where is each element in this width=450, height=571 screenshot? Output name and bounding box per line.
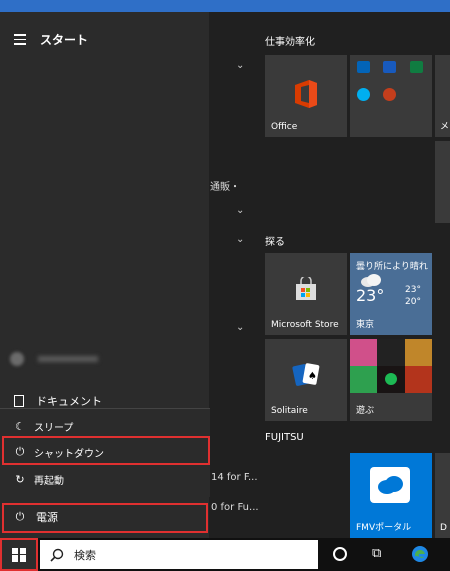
outlook-icon — [357, 61, 370, 73]
office-icon — [295, 80, 317, 108]
mail-tile-label: メ — [440, 122, 450, 132]
office-tile-label: Office — [271, 122, 298, 132]
edge-icon[interactable] — [411, 545, 429, 563]
powerpoint-icon — [383, 88, 396, 101]
search-placeholder: 検索 — [74, 548, 96, 562]
documents-label: ドキュメント — [36, 395, 102, 408]
solitaire-tile[interactable]: ♠ Solitaire — [265, 339, 347, 421]
app-list-pane — [209, 12, 259, 538]
chevron-down-icon[interactable]: ⌄ — [236, 234, 244, 245]
task-view-icon[interactable]: ⧉ — [372, 546, 381, 561]
moon-icon: ☾ — [15, 419, 25, 433]
app-list-fragment-1[interactable]: 通販・ — [210, 178, 240, 193]
chevron-down-icon[interactable]: ⌄ — [236, 205, 244, 216]
restart-option[interactable]: ↻ 再起動 — [0, 468, 210, 490]
cloud-icon — [361, 274, 381, 287]
weather-low: 20° — [405, 297, 421, 307]
hamburger-menu-icon[interactable] — [14, 34, 26, 45]
weather-tile[interactable]: 曇り所により晴れ 23° 23° 20° 東京 — [350, 253, 432, 335]
search-box[interactable]: 検索 — [40, 540, 318, 569]
dolby-icon — [377, 339, 405, 366]
start-highlight-box — [0, 538, 38, 571]
store-bag-icon — [296, 277, 316, 300]
sleep-label: スリープ — [34, 422, 74, 434]
restart-label: 再起動 — [34, 475, 64, 487]
game-icon — [405, 366, 432, 393]
start-menu-title: スタート — [40, 33, 89, 47]
solitaire-tile-label: Solitaire — [271, 406, 308, 416]
app-list-fragment-2[interactable]: 14 for F... — [211, 472, 258, 483]
store-tile-label: Microsoft Store — [271, 320, 339, 330]
weather-high: 23° — [405, 285, 421, 295]
document-icon — [14, 395, 24, 407]
user-account[interactable] — [10, 350, 130, 366]
play-tile[interactable]: 遊ぶ — [350, 339, 432, 421]
excel-icon — [410, 61, 423, 73]
chevron-down-icon[interactable]: ⌄ — [236, 60, 244, 71]
spotify-icon — [377, 366, 405, 393]
window-top-strip — [0, 0, 450, 12]
tile-group-title[interactable]: FUJITSU — [265, 432, 304, 443]
cloud-icon — [370, 467, 410, 503]
game-icon — [405, 339, 432, 366]
game-icon — [350, 339, 377, 366]
mail-tile-partial[interactable]: メ — [435, 55, 450, 137]
weather-condition: 曇り所により晴れ — [356, 262, 428, 272]
search-icon — [50, 548, 64, 562]
user-name-blurred — [38, 356, 98, 362]
weather-temperature: 23° — [356, 286, 385, 305]
restart-icon: ↻ — [15, 472, 25, 486]
sleep-option[interactable]: ☾ スリープ — [0, 415, 210, 437]
office-apps-tile[interactable] — [350, 55, 432, 137]
skype-icon — [357, 88, 370, 101]
taskbar: 検索 ⧉ — [0, 538, 450, 571]
microsoft-store-tile[interactable]: Microsoft Store — [265, 253, 347, 335]
cards-icon: ♠ — [292, 363, 320, 386]
svg-text:♠: ♠ — [308, 371, 317, 382]
fmv-portal-tile[interactable]: FMVポータル — [350, 453, 432, 538]
shutdown-highlight-box — [2, 436, 210, 465]
power-highlight-box — [2, 503, 208, 533]
tile-group-title[interactable]: 仕事効率化 — [265, 33, 315, 48]
fmv-tile-label: FMVポータル — [356, 523, 412, 533]
weather-city: 東京 — [356, 320, 375, 330]
app-list-fragment-3[interactable]: 0 for Fu... — [211, 502, 259, 513]
office-tile[interactable]: Office — [265, 55, 347, 137]
partial-tile-label: D — [440, 523, 447, 533]
tile-group-title[interactable]: 探る — [265, 233, 285, 248]
play-tile-label: 遊ぶ — [356, 406, 375, 416]
avatar — [10, 352, 24, 366]
cortana-icon[interactable] — [333, 547, 347, 561]
documents-item[interactable]: ドキュメント — [14, 393, 102, 409]
game-icon — [350, 366, 377, 393]
chevron-down-icon[interactable]: ⌄ — [236, 322, 244, 333]
partial-tile[interactable]: D — [435, 453, 450, 538]
partial-tile[interactable] — [435, 141, 450, 223]
word-icon — [383, 61, 396, 73]
